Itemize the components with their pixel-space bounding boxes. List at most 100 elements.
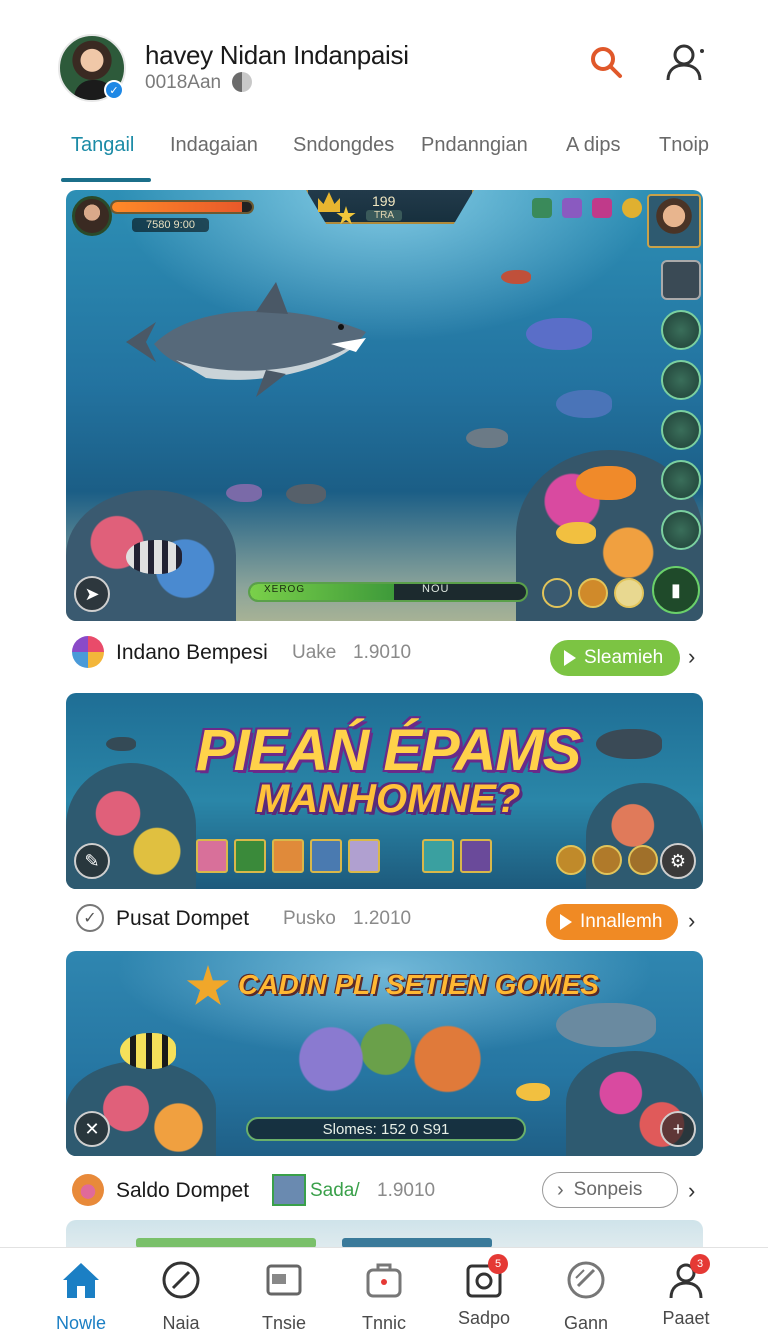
fish	[466, 428, 508, 448]
fish	[286, 484, 326, 504]
notification-badge: 3	[690, 1254, 710, 1274]
card1-sub: Uake	[292, 642, 337, 663]
medal-icon[interactable]	[556, 845, 586, 875]
characters-illustration	[276, 1011, 496, 1107]
fire-button-icon[interactable]: ▮	[652, 566, 700, 614]
gem-shop-icon[interactable]	[661, 510, 701, 550]
card1-value: 1.9010	[353, 642, 412, 663]
character-strip	[196, 839, 492, 873]
card2-play-button[interactable]: Innallemh	[546, 904, 678, 940]
card3-sub: Sada/	[310, 1180, 360, 1201]
search-icon[interactable]	[588, 44, 624, 80]
trophy-icon[interactable]	[628, 845, 658, 875]
chevron-right-icon[interactable]: ›	[688, 1178, 695, 1204]
chevron-right-icon[interactable]: ›	[688, 644, 695, 670]
username: havey Nidan Indanpaisi	[145, 40, 409, 70]
fish	[516, 1083, 550, 1101]
fish	[501, 270, 531, 284]
nav-paaet[interactable]: 3 Paaet	[636, 1254, 736, 1329]
character-icon[interactable]	[234, 839, 266, 873]
hud-resource-icons	[532, 198, 642, 218]
character-icon[interactable]	[310, 839, 342, 873]
shark-image	[126, 282, 366, 397]
play-icon	[564, 650, 576, 666]
nav-label: Sadpo	[457, 1308, 511, 1328]
character-icon[interactable]	[348, 839, 380, 873]
game-logo-icon	[72, 1174, 104, 1206]
character-icon[interactable]	[422, 839, 454, 873]
game-screenshot-ocean[interactable]: 7580 9:00 199 TRA ➤ XEROG NOU ▮	[66, 190, 703, 621]
settings-gear-icon[interactable]: ⚙	[660, 843, 696, 879]
fish	[596, 729, 662, 759]
hero-1-icon[interactable]	[661, 310, 701, 350]
character-icon[interactable]	[272, 839, 304, 873]
potion-icon[interactable]	[562, 198, 582, 218]
card1-play-label: Sleamieh	[584, 647, 664, 668]
level-sub: TRA	[366, 210, 402, 221]
nav-gann[interactable]: Gann	[536, 1258, 636, 1334]
nav-tnsie[interactable]: Tnsie	[234, 1258, 334, 1334]
card1-play-button[interactable]: Sleamieh	[550, 640, 680, 676]
hero-2-icon[interactable]	[661, 360, 701, 400]
map-icon[interactable]	[661, 260, 701, 300]
player-avatar[interactable]	[72, 196, 112, 236]
nav-home[interactable]: Nowle	[31, 1258, 131, 1334]
opponent-avatar[interactable]	[647, 194, 701, 248]
card1-title[interactable]: Indano Bempesi	[116, 641, 268, 665]
nav-sadpo[interactable]: 5 Sadpo	[434, 1254, 534, 1329]
game-thumbnail-icon	[272, 1174, 306, 1206]
character-icon[interactable]	[460, 839, 492, 873]
chevron-right-icon[interactable]: ›	[688, 908, 695, 934]
fish	[106, 737, 136, 751]
nav-naia[interactable]: Naia	[131, 1258, 231, 1334]
checkmark-icon[interactable]	[661, 410, 701, 450]
star-medal-icon[interactable]	[592, 845, 622, 875]
compass-icon	[162, 1261, 200, 1299]
card3-value: 1.9010	[377, 1180, 436, 1201]
fish	[556, 390, 612, 418]
fish	[526, 318, 592, 350]
game-logo-icon	[72, 636, 104, 668]
card2-sub: Pusko	[283, 908, 336, 929]
skill-1-icon[interactable]	[542, 578, 572, 608]
skill-3-icon[interactable]	[614, 578, 644, 608]
document-icon[interactable]	[661, 460, 701, 500]
user-id: 0018Aan	[145, 72, 222, 93]
notification-badge: 5	[488, 1254, 508, 1274]
tab-sndongdes[interactable]: Sndongdes	[293, 134, 394, 157]
tab-tnoip[interactable]: Tnoip	[659, 134, 709, 157]
card3-button[interactable]: › Sonpeis	[542, 1172, 678, 1208]
coin-icon[interactable]	[622, 198, 642, 218]
close-icon[interactable]: ✕	[74, 1111, 110, 1147]
tab-tangail[interactable]: Tangail	[71, 134, 134, 157]
add-icon[interactable]: +	[660, 1111, 696, 1147]
bottom-navigation: Nowle Naia Tnsie Tnnic 5 Sadpo Gann 3 Pa…	[0, 1247, 768, 1344]
game-banner-3[interactable]: CADIN PLI SETIEN GOMES Slomes: 152 0 S91…	[66, 951, 703, 1156]
tab-pndanngian[interactable]: Pndanngian	[421, 134, 528, 157]
copy-id-icon[interactable]	[232, 72, 252, 92]
heart-icon[interactable]	[592, 198, 612, 218]
gem-icon[interactable]	[532, 198, 552, 218]
character-icon[interactable]	[196, 839, 228, 873]
edit-icon[interactable]: ✎	[74, 843, 110, 879]
window-icon	[266, 1264, 302, 1296]
skill-2-icon[interactable]	[578, 578, 608, 608]
chevron-right-icon: ›	[557, 1178, 564, 1201]
game-banner-2[interactable]: PIEAŃ ÉPAMS MANHOMNE? ✎ ⚙	[66, 693, 703, 889]
play-icon	[560, 914, 572, 930]
profile-icon[interactable]	[664, 42, 706, 82]
back-arrow-icon[interactable]: ➤	[74, 576, 110, 612]
card3-title[interactable]: Saldo Dompet	[116, 1179, 249, 1203]
card3-button-label: Sonpeis	[573, 1179, 643, 1200]
level-number: 199	[372, 193, 396, 209]
active-tab-indicator	[61, 178, 151, 182]
card2-title[interactable]: Pusat Dompet	[116, 907, 249, 931]
camera-icon-wrap: 5	[462, 1254, 508, 1302]
score-bar: Slomes: 152 0 S91	[246, 1117, 526, 1141]
nav-tnnic[interactable]: Tnnic	[334, 1258, 434, 1334]
tab-indagaian[interactable]: Indagaian	[170, 134, 258, 157]
header: ✓ havey Nidan Indanpaisi 0018Aan	[0, 0, 768, 120]
person-icon-wrap: 3	[664, 1254, 710, 1302]
tab-a-dips[interactable]: A dips	[566, 134, 620, 157]
